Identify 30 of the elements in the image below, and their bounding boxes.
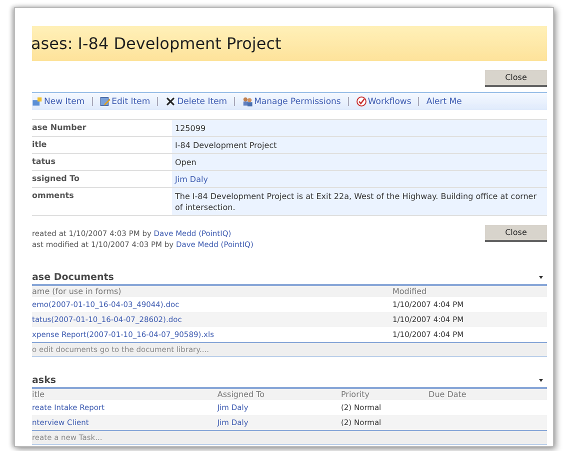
field-label: ssigned To: [32, 173, 81, 185]
page-icon: [32, 96, 43, 107]
close-button[interactable]: Close: [485, 70, 547, 87]
caret-icon[interactable]: [539, 276, 543, 279]
toolbar-link[interactable]: Alert Me: [426, 96, 462, 106]
pencil-icon: [100, 96, 111, 107]
page-title: ases: I-84 Development Project: [32, 34, 282, 53]
caret-icon[interactable]: [539, 379, 543, 382]
toolbar-link[interactable]: Manage Permissions: [242, 96, 341, 107]
value-text: The I-84 Development Project is at Exit 22a, West of the Highway. Building office at corner of intersection.: [175, 192, 537, 212]
user-link[interactable]: Jim Daly: [175, 175, 208, 184]
toolbar-link[interactable]: Edit Item: [100, 96, 150, 107]
toolbar-link[interactable]: Delete Item: [165, 96, 228, 107]
close-button[interactable]: Close: [485, 225, 547, 242]
column-header[interactable]: Modified: [392, 287, 427, 296]
delete-icon: [165, 96, 176, 107]
section-title: ase Documents: [32, 272, 114, 283]
value-text: Open: [175, 158, 196, 167]
check-icon: [356, 96, 367, 107]
column-header[interactable]: itle: [32, 390, 45, 399]
toolbar-link[interactable]: Workflows: [356, 96, 412, 107]
field-label: tatus: [32, 156, 57, 168]
field-label: omments: [32, 190, 75, 202]
people-icon: [242, 96, 254, 107]
field-label: ase Number: [32, 122, 88, 134]
value-text: 125099: [175, 124, 206, 133]
field-label: itle: [32, 139, 48, 151]
section-title: asks: [32, 375, 56, 386]
value-text: I-84 Development Project: [175, 141, 277, 150]
toolbar-link[interactable]: New Item: [32, 96, 85, 107]
